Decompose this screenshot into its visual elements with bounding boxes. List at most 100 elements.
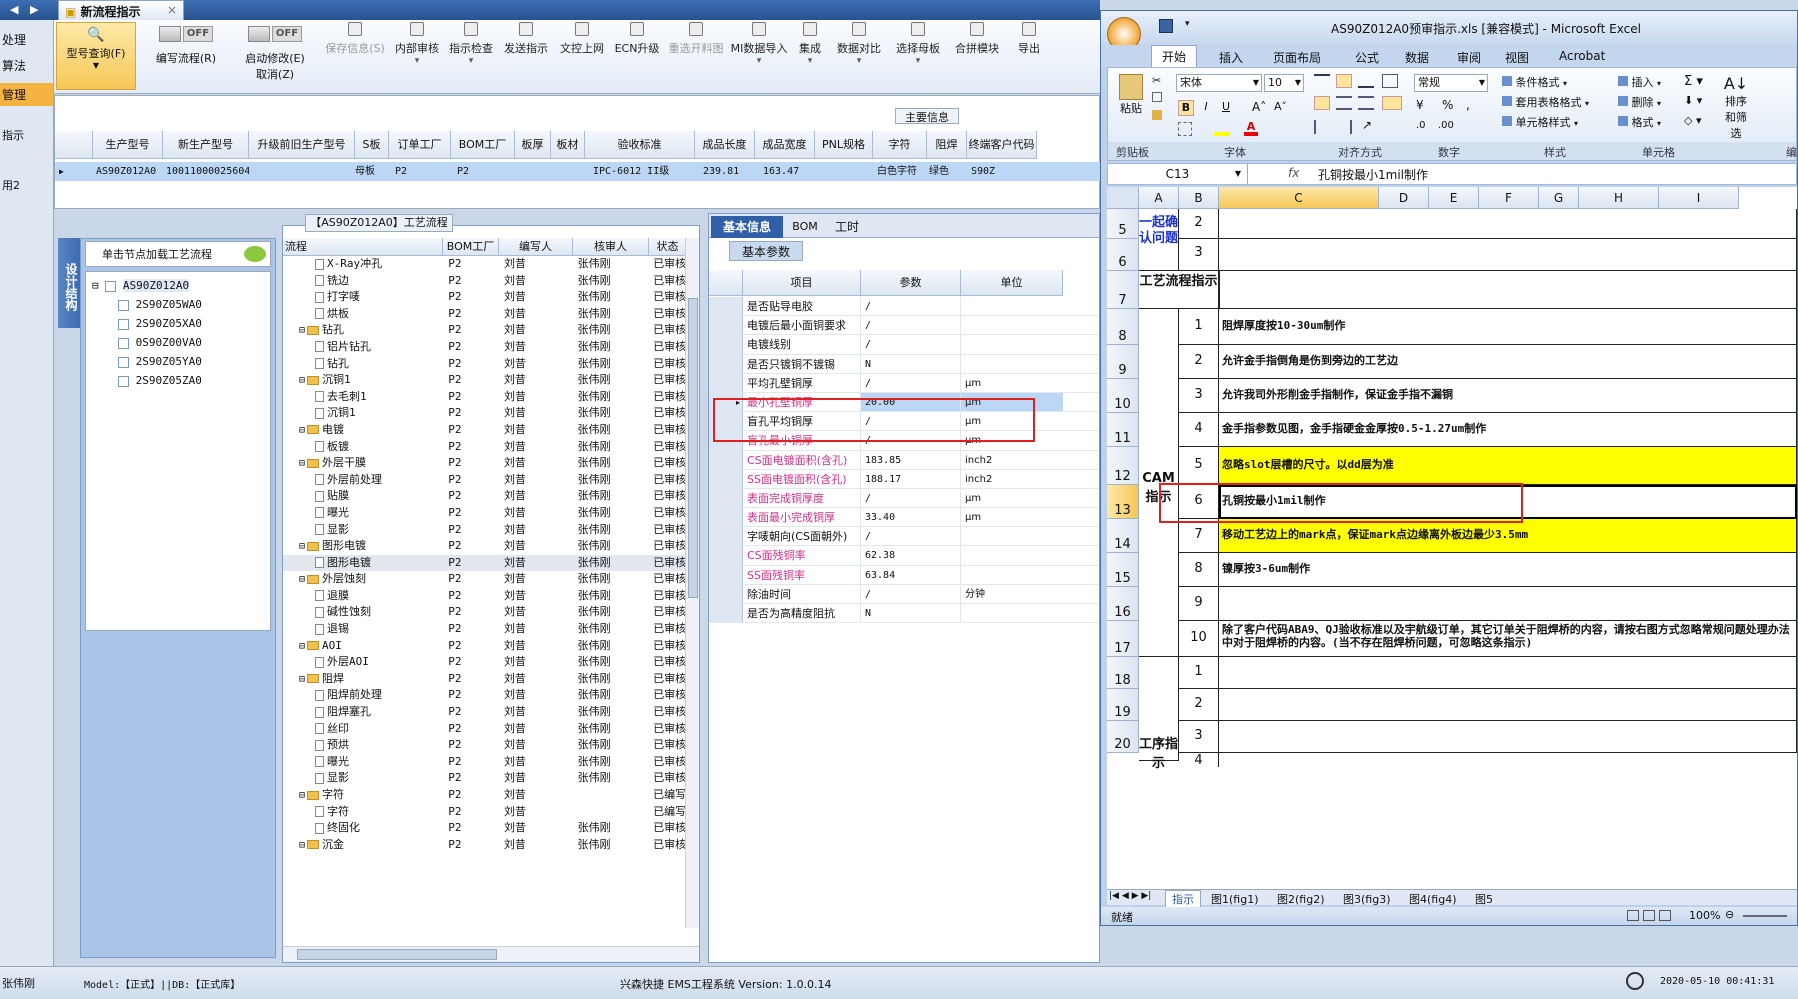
nav-item-instruction[interactable]: 指示 bbox=[0, 124, 53, 146]
tab-review[interactable]: 审阅 bbox=[1457, 49, 1481, 66]
nav-item-2[interactable]: 用2 bbox=[0, 174, 53, 196]
tab-data[interactable]: 数据 bbox=[1405, 49, 1429, 66]
process-row[interactable]: X-Ray冲孔 P2 刘昔 张伟刚 已审核 bbox=[283, 256, 685, 273]
column-header[interactable]: H bbox=[1579, 187, 1659, 209]
main-info-row[interactable]: ▶ AS90Z012A0 10011000025604 母板 P2 P2 IPC… bbox=[55, 162, 1101, 181]
process-row[interactable]: ⊟ AOI P2 刘昔 张伟刚 已审核 bbox=[283, 638, 685, 655]
grow-font-icon[interactable]: A˄ bbox=[1252, 100, 1266, 114]
collapse-icon[interactable]: ⊟ bbox=[299, 458, 305, 469]
view-layout-icon[interactable] bbox=[1643, 910, 1655, 921]
param-row[interactable]: 电镀后最小面铜要求 / bbox=[709, 316, 1099, 336]
process-row[interactable]: 预烘 P2 刘昔 张伟刚 已审核 bbox=[283, 737, 685, 754]
param-row[interactable]: 是否只镀铜不镀锡 N bbox=[709, 354, 1099, 374]
process-row[interactable]: 去毛刺1 P2 刘昔 张伟刚 已审核 bbox=[283, 389, 685, 406]
sheet-nav-icons[interactable]: |◀ ◀ ▶ ▶| bbox=[1109, 891, 1151, 901]
zoom-out-icon[interactable]: ⊖ bbox=[1725, 908, 1734, 921]
tab-bom[interactable]: BOM bbox=[785, 216, 825, 238]
process-row[interactable]: 图形电镀 P2 刘昔 张伟刚 已审核 bbox=[283, 554, 685, 572]
tab-view[interactable]: 视图 bbox=[1505, 49, 1529, 66]
process-row[interactable]: 阻焊前处理 P2 刘昔 张伟刚 已审核 bbox=[283, 687, 685, 704]
instruction-text[interactable] bbox=[1219, 587, 1797, 621]
row-header[interactable]: 5 bbox=[1107, 209, 1139, 239]
column-header[interactable]: D bbox=[1379, 187, 1429, 209]
process-row[interactable]: 曝光 P2 刘昔 张伟刚 已审核 bbox=[283, 754, 685, 771]
send-instruction-button[interactable]: 发送指示 bbox=[498, 20, 554, 88]
zoom-slider[interactable] bbox=[1743, 915, 1787, 917]
font-color-icon[interactable]: A bbox=[1244, 120, 1258, 136]
sheet-tab[interactable]: 图3(fig3) bbox=[1343, 891, 1391, 907]
process-row[interactable]: 退锡 P2 刘昔 张伟刚 已审核 bbox=[283, 621, 685, 638]
cell[interactable]: P2 bbox=[451, 162, 515, 181]
instruction-check-button[interactable]: 指示检查 ▾ bbox=[444, 20, 498, 88]
column-header[interactable]: B bbox=[1179, 187, 1219, 209]
align-top-icon[interactable] bbox=[1314, 74, 1330, 88]
cell[interactable] bbox=[1219, 721, 1797, 753]
param-row[interactable]: SS面残铜率 63.84 bbox=[709, 565, 1099, 585]
close-icon[interactable]: × bbox=[167, 3, 177, 17]
reselect-cutting-button[interactable]: 重选开料图 bbox=[664, 20, 728, 88]
collapse-icon[interactable]: ⊟ bbox=[299, 325, 305, 336]
insert-button[interactable]: 插入 ▾ bbox=[1618, 74, 1661, 90]
checkbox[interactable] bbox=[118, 318, 129, 330]
tree-node[interactable]: 2S90Z05YA0 bbox=[92, 352, 264, 371]
merge-module-button[interactable]: 合拼模块 bbox=[948, 20, 1006, 88]
collapse-icon[interactable]: ⊟ bbox=[299, 574, 305, 585]
collapse-icon[interactable]: ⊟ bbox=[92, 279, 99, 292]
param-row[interactable]: 表面最小完成铜厚 33.40 μm bbox=[709, 508, 1099, 528]
col-header[interactable]: 状态 bbox=[649, 238, 687, 256]
collapse-icon[interactable]: ⊟ bbox=[299, 375, 305, 386]
process-row[interactable]: 铣边 P2 刘昔 张伟刚 已审核 bbox=[283, 273, 685, 290]
param-value[interactable]: / bbox=[861, 527, 961, 546]
collapse-icon[interactable]: ⊟ bbox=[299, 840, 305, 851]
process-row[interactable]: 外层前处理 P2 刘昔 张伟刚 已审核 bbox=[283, 472, 685, 489]
formula-input[interactable]: 孔铜按最小1mil制作 bbox=[1318, 166, 1428, 183]
sort-filter-button[interactable]: A↓ 排序和筛选 bbox=[1720, 74, 1752, 141]
param-value[interactable]: 183.85 bbox=[861, 450, 961, 469]
instruction-text[interactable]: 镍厚按3-6um制作 bbox=[1219, 553, 1797, 587]
row-header[interactable]: 19 bbox=[1107, 689, 1139, 721]
param-value[interactable]: / bbox=[861, 335, 961, 354]
zoom-level[interactable]: 100% bbox=[1689, 909, 1720, 922]
param-value[interactable]: / bbox=[861, 316, 961, 335]
format-painter-icon[interactable] bbox=[1152, 110, 1162, 120]
sum-icon[interactable]: Σ ▾ bbox=[1684, 74, 1703, 89]
process-row[interactable]: ⊟ 外层蚀刻 P2 刘昔 张伟刚 已审核 bbox=[283, 571, 685, 588]
column-header[interactable]: F bbox=[1479, 187, 1539, 209]
param-value[interactable]: / bbox=[861, 373, 961, 392]
process-row[interactable]: 终固化 P2 刘昔 张伟刚 已审核 bbox=[283, 820, 685, 837]
cell[interactable]: 母板 bbox=[355, 162, 389, 181]
mi-import-button[interactable]: MI数据导入 ▾ bbox=[728, 20, 790, 88]
cell[interactable]: 239.81 bbox=[695, 162, 755, 181]
param-value[interactable]: 33.40 bbox=[861, 508, 961, 527]
instruction-text[interactable]: 允许金手指倒角是伤到旁边的工艺边 bbox=[1219, 345, 1797, 379]
align-right-icon[interactable] bbox=[1358, 96, 1374, 110]
param-row[interactable]: 平均孔壁铜厚 / μm bbox=[709, 373, 1099, 393]
cell[interactable] bbox=[1219, 271, 1797, 309]
process-row[interactable]: 钻孔 P2 刘昔 张伟刚 已审核 bbox=[283, 356, 685, 373]
row-header[interactable]: 10 bbox=[1107, 379, 1139, 413]
sheet-tab-active[interactable]: 指示 bbox=[1165, 890, 1201, 908]
process-row[interactable]: 退膜 P2 刘昔 张伟刚 已审核 bbox=[283, 588, 685, 605]
tree-root[interactable]: ⊟ AS90Z012A0 bbox=[92, 276, 264, 295]
col-header[interactable]: 板材 bbox=[551, 131, 585, 159]
col-header[interactable]: 单位 bbox=[961, 270, 1063, 296]
fill-color-icon[interactable] bbox=[1214, 122, 1230, 136]
row-header[interactable]: 14 bbox=[1107, 519, 1139, 553]
process-row[interactable]: 铝片钻孔 P2 刘昔 张伟刚 已审核 bbox=[283, 339, 685, 356]
row-header[interactable]: 13 bbox=[1107, 485, 1139, 519]
checkbox[interactable] bbox=[118, 299, 129, 311]
row-header[interactable]: 12 bbox=[1107, 447, 1139, 485]
param-row[interactable]: CS面电镀面积(含孔) 183.85 inch2 bbox=[709, 450, 1099, 470]
sheet-tab[interactable]: 图5 bbox=[1475, 891, 1493, 907]
process-row[interactable]: ⊟ 阻焊 P2 刘昔 张伟刚 已审核 bbox=[283, 671, 685, 688]
font-size-select[interactable]: 10 ▼ bbox=[1264, 74, 1304, 92]
col-header[interactable]: 流程 bbox=[283, 238, 443, 256]
process-row[interactable]: 碱性蚀刻 P2 刘昔 张伟刚 已审核 bbox=[283, 604, 685, 621]
process-row[interactable]: ⊟ 字符 P2 刘昔 已编写 bbox=[283, 787, 685, 804]
horizontal-scrollbar[interactable] bbox=[283, 946, 699, 962]
col-header[interactable]: 验收标准 bbox=[585, 131, 695, 159]
col-header[interactable]: 阻焊 bbox=[927, 131, 967, 159]
row-header[interactable]: 20 bbox=[1107, 721, 1139, 753]
wrap-text-icon[interactable] bbox=[1382, 74, 1398, 88]
scroll-thumb[interactable] bbox=[297, 949, 497, 960]
